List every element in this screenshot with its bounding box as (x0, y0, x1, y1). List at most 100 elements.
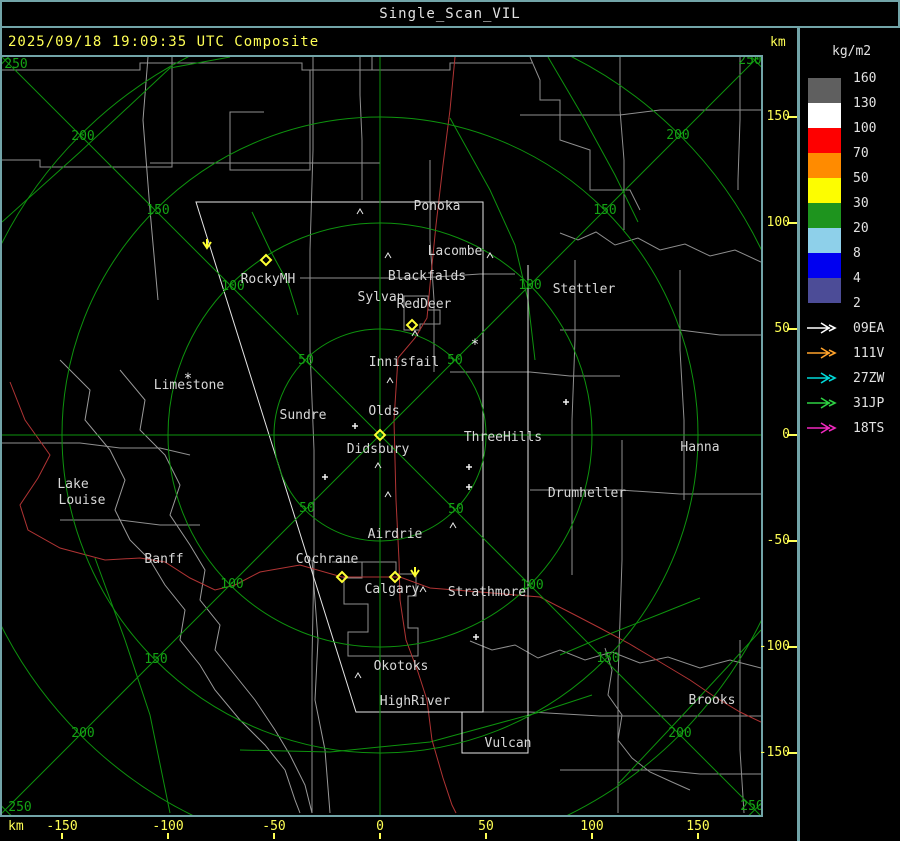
ring-distance-label: 150 (146, 203, 169, 218)
y-axis-tick (787, 116, 797, 118)
legend-value-label: 30 (853, 196, 869, 211)
y-axis-label-150: 150 (766, 109, 790, 124)
y-axis-label--150: -150 (758, 745, 790, 760)
radar-site-diamond-icon (405, 318, 419, 332)
town-label-innisfail: Innisfail (369, 355, 439, 370)
x-axis-tick (273, 833, 275, 839)
legend-color-block-130 (808, 103, 841, 128)
y-axis-tick (787, 328, 797, 330)
small-town-caret-icon (384, 491, 392, 498)
window-title: Single_Scan_VIL (379, 6, 521, 22)
radar-id-label-27ZW: 27ZW (853, 371, 885, 386)
legend-color-block-8 (808, 253, 841, 278)
small-town-plus-icon (563, 399, 569, 405)
radar-id-label-18TS: 18TS (853, 421, 885, 436)
legend-value-label: 8 (853, 246, 861, 261)
town-label-okotoks: Okotoks (374, 659, 429, 674)
radar-id-label-31JP: 31JP (853, 396, 885, 411)
small-town-caret-icon (419, 586, 427, 593)
town-label-vulcan: Vulcan (485, 736, 532, 751)
legend-unit-label: kg/m2 (832, 44, 872, 59)
small-town-caret-icon (354, 672, 362, 679)
ring-distance-label: 200 (668, 726, 691, 741)
y-axis-unit-label: km (770, 35, 786, 50)
legend-value-label: 100 (853, 121, 877, 136)
town-label-ponoka: Ponoka (414, 199, 461, 214)
down-arrow-icon (410, 567, 420, 578)
small-town-caret-icon (386, 377, 394, 384)
radar-arrow-icon-18TS (807, 422, 837, 434)
y-axis-tick (787, 434, 797, 436)
town-label-blackfalds: Blackfalds (388, 269, 466, 284)
small-town-caret-icon (449, 522, 457, 529)
town-label-sundre: Sundre (280, 408, 327, 423)
legend-value-label: 160 (853, 71, 877, 86)
legend-color-block-20 (808, 228, 841, 253)
town-label-lake: Lake (57, 477, 88, 492)
x-axis-label-0: 0 (376, 819, 384, 834)
radar-id-label-111V: 111V (853, 346, 885, 361)
radar-arrow-icon-111V (807, 347, 837, 359)
legend-color-block-160 (808, 78, 841, 103)
ring-distance-label: 250 (738, 57, 761, 68)
small-town-plus-icon (473, 634, 479, 640)
town-labels: PonokaLacombeBlackfaldsSylvanRedDeerStet… (57, 199, 735, 751)
x-axis-unit-label: km (8, 819, 24, 834)
ring-distance-label: 200 (666, 128, 689, 143)
ring-distance-label: 50 (447, 353, 463, 368)
ring-distance-label: 250 (740, 799, 761, 814)
small-town-plus-icon (466, 464, 472, 470)
ring-distance-label: 150 (593, 203, 616, 218)
legend-color-block-30 (808, 203, 841, 228)
legend-color-block-70 (808, 153, 841, 178)
small-town-star-icon: * (184, 371, 192, 387)
town-label-cochrane: Cochrane (296, 552, 359, 567)
x-axis-tick (697, 833, 699, 839)
town-label-reddeer: RedDeer (397, 297, 452, 312)
ring-distance-label: 150 (596, 651, 619, 666)
radar-arrow-icon-31JP (807, 397, 837, 409)
legend-color-block-100 (808, 128, 841, 153)
y-axis-label-50: 50 (774, 321, 790, 336)
legend-value-label: 50 (853, 171, 869, 186)
town-label-strathmore: Strathmore (448, 585, 526, 600)
x-axis-label--150: -150 (46, 819, 78, 834)
x-axis-label-50: 50 (478, 819, 494, 834)
legend-value-label: 2 (853, 296, 861, 311)
title-bar: Single_Scan_VIL (0, 0, 900, 28)
town-label-threehills: ThreeHills (464, 430, 542, 445)
radar-id-label-09EA: 09EA (853, 321, 885, 336)
y-axis-tick (787, 646, 797, 648)
ring-distance-label: 200 (71, 726, 94, 741)
vil-legend-panel: kg/m2 160 130 100 70 50 30 20 8 4 2 09EA 111V 27ZW 3… (800, 28, 900, 841)
town-label-lacombe: Lacombe (428, 244, 483, 259)
radar-arrow-icon-09EA (807, 322, 837, 334)
town-label-olds: Olds (368, 404, 399, 419)
legend-value-label: 130 (853, 96, 877, 111)
x-axis-label-100: 100 (580, 819, 604, 834)
y-axis-tick (787, 752, 797, 754)
town-label-airdrie: Airdrie (368, 527, 423, 542)
x-axis-tick (61, 833, 63, 839)
legend-value-label: 4 (853, 271, 861, 286)
town-label-highriver: HighRiver (380, 694, 451, 709)
y-axis-tick (787, 540, 797, 542)
small-town-plus-icon (352, 423, 358, 429)
radar-map[interactable]: 50 50 50 50 100 100 100 100 150 150 150 150 200 200 20… (0, 55, 763, 817)
town-label-calgary: Calgary (365, 582, 420, 597)
small-town-caret-icon (384, 252, 392, 259)
town-label-didsbury: Didsbury (347, 442, 410, 457)
ring-distance-label: 100 (220, 577, 243, 592)
ring-distance-label: 50 (298, 353, 314, 368)
x-axis-label--50: -50 (262, 819, 286, 834)
town-label-stettler: Stettler (553, 282, 616, 297)
town-label-louise: Louise (59, 493, 106, 508)
small-town-caret-icon (356, 208, 364, 215)
legend-value-label: 70 (853, 146, 869, 161)
ring-distance-label: 100 (518, 278, 541, 293)
ring-distance-label: 150 (144, 652, 167, 667)
town-label-rockymh: RockyMH (241, 272, 296, 287)
scan-timestamp: 2025/09/18 19:09:35 UTC Composite (8, 34, 320, 50)
town-label-hanna: Hanna (680, 440, 719, 455)
radar-app-window: Single_Scan_VIL 2025/09/18 19:09:35 UTC … (0, 0, 900, 841)
